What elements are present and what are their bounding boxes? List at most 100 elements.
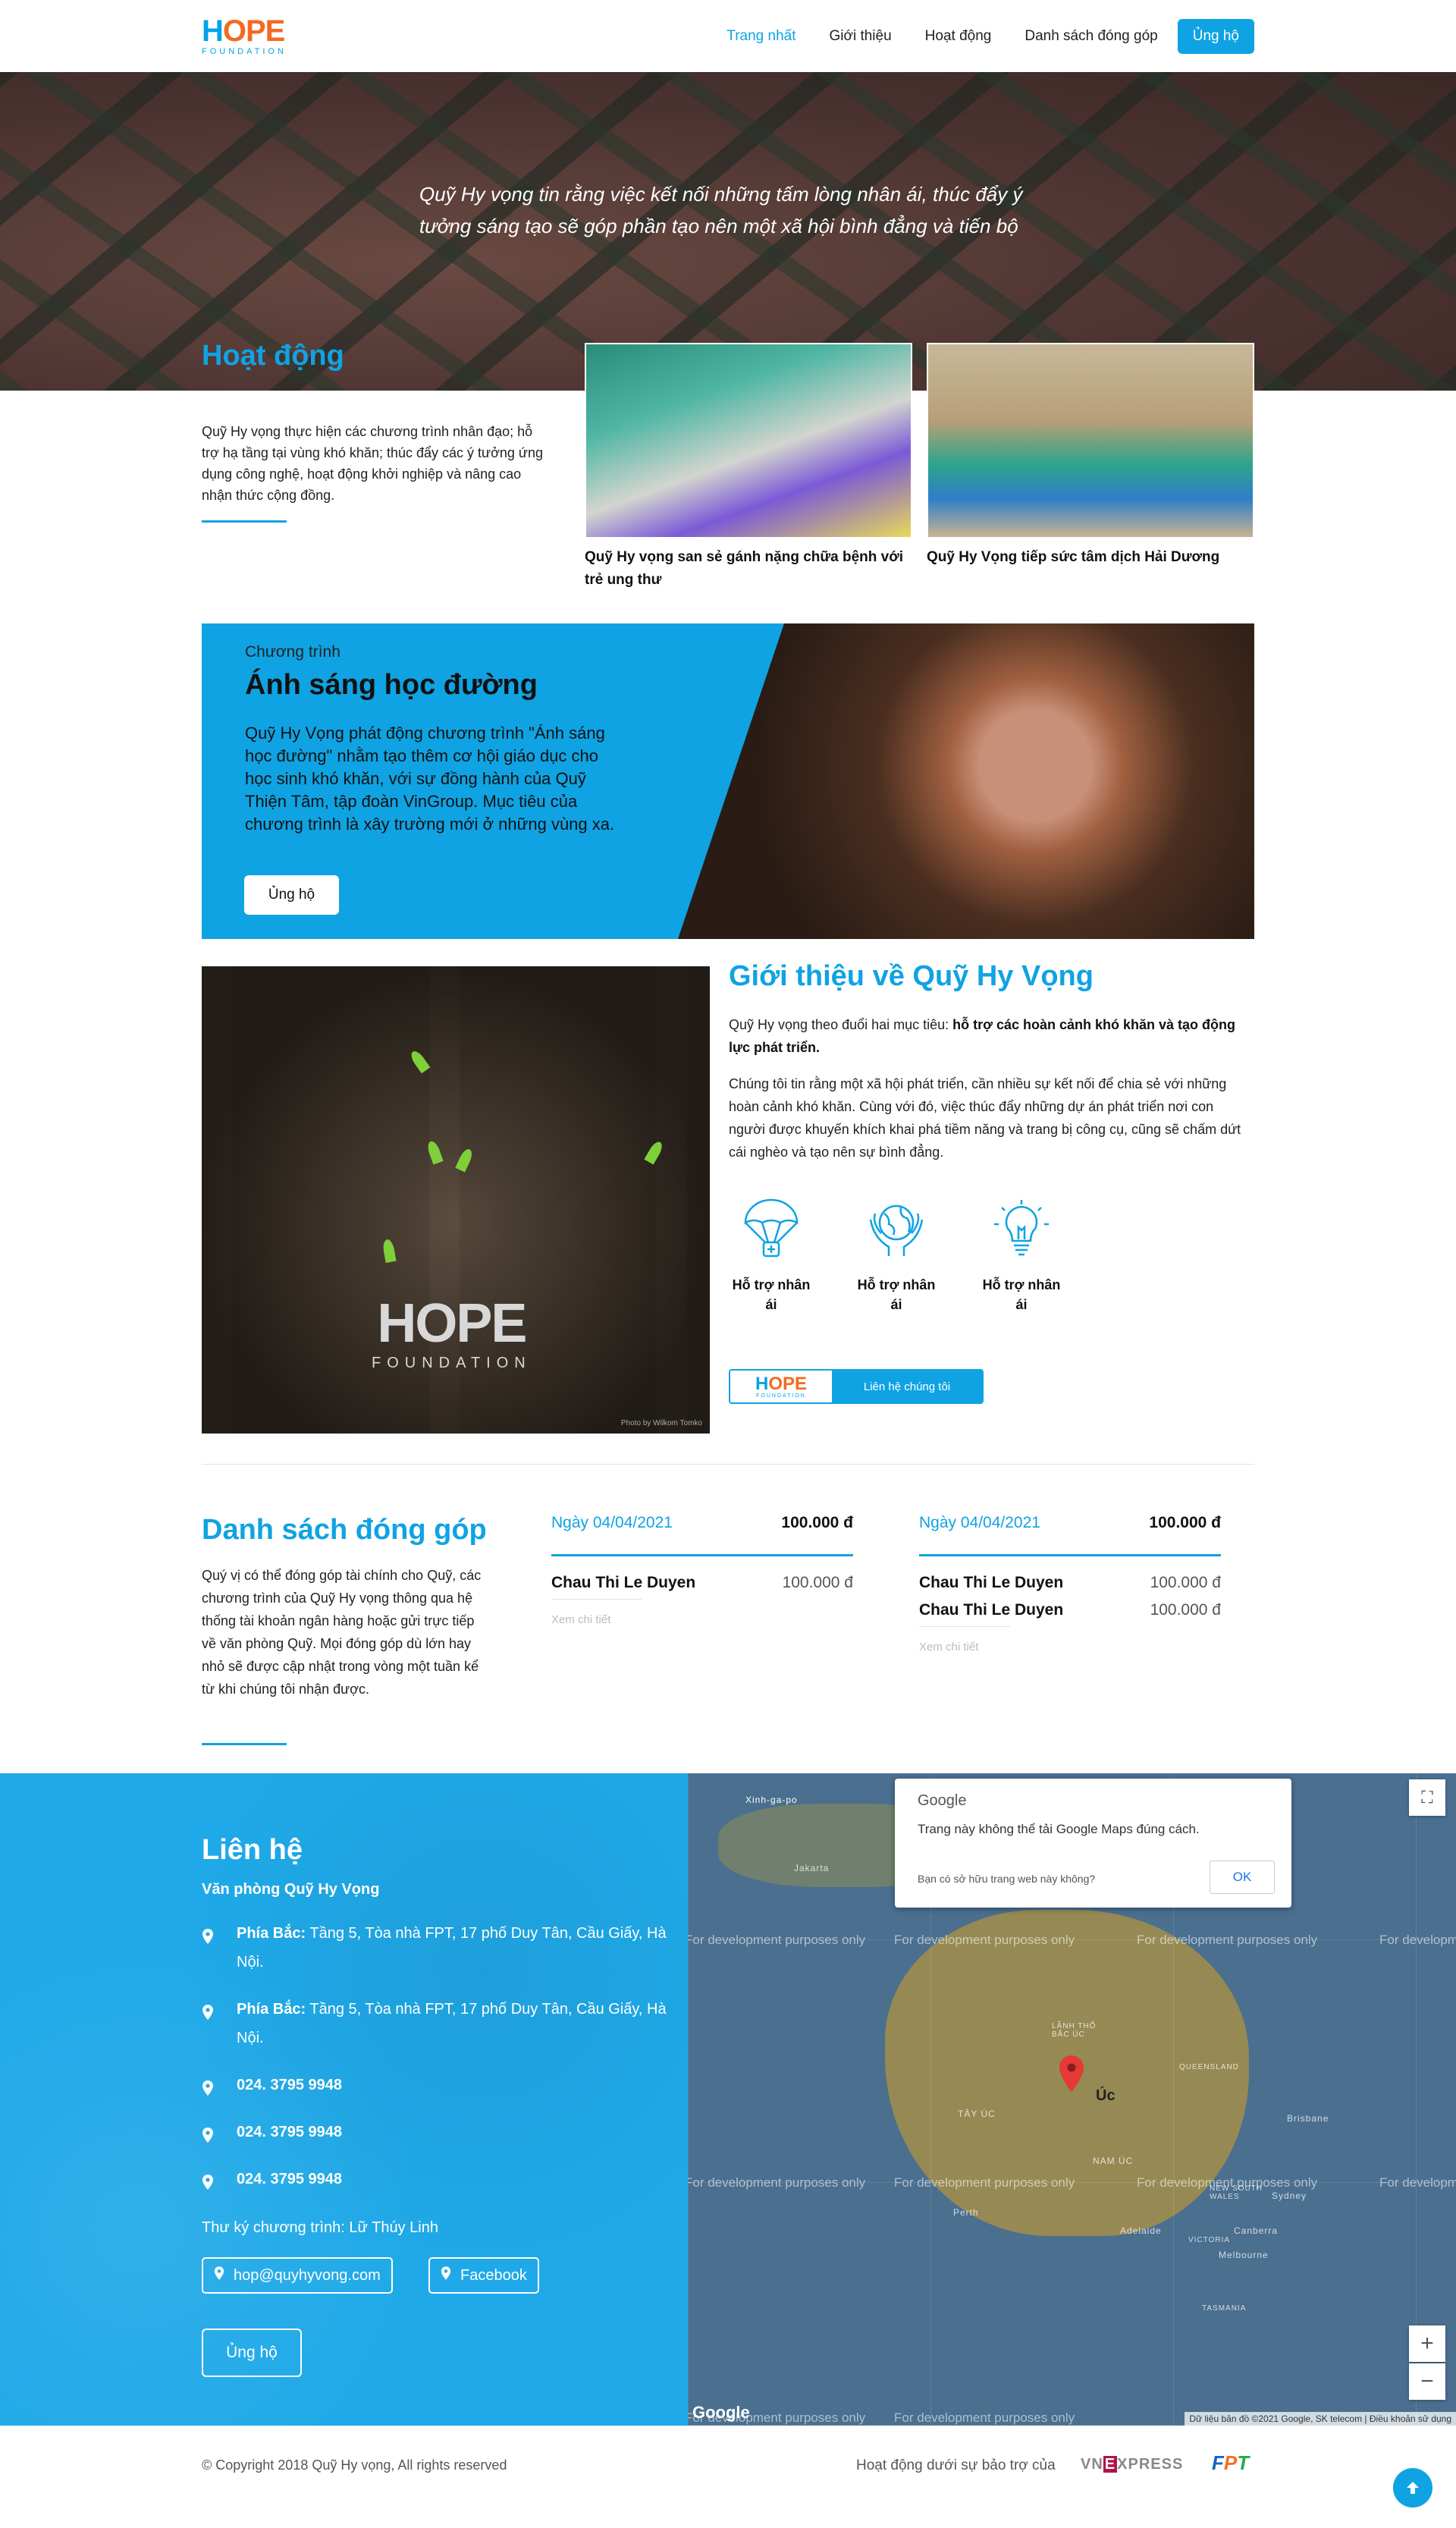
phone-number[interactable]: 024. 3795 9948 [237, 2071, 342, 2106]
activity-caption: Quỹ Hy vọng san sẻ gánh nặng chữa bệnh v… [585, 549, 904, 588]
program-secretary: Thư ký chương trình: Lữ Thúy Linh [202, 2219, 438, 2236]
activities-title: Hoạt động [202, 340, 344, 372]
activity-card[interactable]: Quỹ Hy vọng san sẻ gánh nặng chữa bệnh v… [585, 343, 912, 592]
map-label: VICTORIA [1188, 2236, 1231, 2244]
map-label: TASMANIA [1202, 2304, 1247, 2313]
office-name: Văn phòng Quỹ Hy Vọng [202, 1881, 380, 1898]
map-watermark: For development purposes only [894, 2175, 1075, 2190]
cta-logo: HOPE FOUNDATION [730, 1371, 832, 1402]
location-pin-icon [202, 2071, 237, 2106]
donation-day-header: Ngày 04/04/2021 100.000 đ [919, 1514, 1221, 1556]
about-description: Chúng tôi tin rằng một xã hội phát triển… [729, 1076, 1241, 1160]
hope-logo[interactable]: HOPE FOUNDATION [202, 16, 287, 56]
map-label: NAM ÚC [1093, 2156, 1134, 2166]
dialog-google-brand: Google [918, 1792, 967, 1809]
map-label: QUEENSLAND [1179, 2063, 1239, 2071]
donation-day-list: Ngày 04/04/2021 100.000 đ Chau Thi Le Du… [551, 1514, 853, 1626]
google-map[interactable]: For development purposes only For develo… [688, 1773, 1456, 2426]
lightbulb-icon [994, 1200, 1049, 1256]
address-north: Phía Bắc: Tầng 5, Tòa nhà FPT, 17 phố Du… [202, 1995, 672, 2052]
vnexpress-logo[interactable]: VN E XPRESS [1081, 2456, 1183, 2473]
map-label: Jakarta [794, 1863, 830, 1873]
location-pin-icon [202, 1919, 237, 1977]
donation-row: Chau Thi Le Duyen 100.000 đ [551, 1556, 853, 1591]
view-details-link[interactable]: Xem chi tiết [551, 1613, 853, 1626]
facebook-link[interactable]: Facebook [428, 2257, 539, 2294]
nav-home[interactable]: Trang nhất [726, 28, 795, 45]
facebook-label: Facebook [460, 2266, 527, 2284]
map-watermark: For development purposes only [894, 1933, 1075, 1947]
program-donate-button[interactable]: Ủng hộ [244, 875, 339, 915]
feature-label: Hỗ trợ nhân ái [982, 1277, 1061, 1312]
dialog-owner-link[interactable]: Bạn có sở hữu trang web này không? [918, 1873, 1095, 1885]
donation-row: Chau Thi Le Duyen 100.000 đ [919, 1588, 1221, 1619]
zoom-out-button[interactable]: − [1409, 2363, 1445, 2400]
site-footer: © Copyright 2018 Quỹ Hy vọng, All rights… [0, 2426, 1456, 2528]
logo-subtitle: FOUNDATION [202, 47, 287, 56]
map-watermark: For development purposes only [1137, 1933, 1318, 1947]
map-label: Sydney [1272, 2190, 1307, 2201]
zoom-in-button[interactable]: + [1409, 2325, 1445, 2362]
program-description: Quỹ Hy Vọng phát động chương trình "Ánh … [245, 724, 615, 834]
donations-description: Quý vị có thể đóng góp tài chính cho Quỹ… [202, 1568, 482, 1697]
donation-day-total: 100.000 đ [1149, 1514, 1221, 1531]
donor-name: Chau Thi Le Duyen [919, 1574, 1064, 1591]
fullscreen-icon[interactable]: ⛶ [1409, 1779, 1445, 1816]
donor-amount: 100.000 đ [1150, 1601, 1221, 1619]
location-pin-icon [202, 2165, 237, 2200]
activity-image-cancer-children [585, 343, 912, 539]
site-header: HOPE FOUNDATION Trang nhất Giới thiệu Ho… [0, 0, 1456, 72]
donor-name: Chau Thi Le Duyen [919, 1601, 1064, 1619]
nav-donations[interactable]: Danh sách đóng góp [1025, 28, 1157, 45]
activity-image-hai-duong [927, 343, 1254, 539]
map-label: TÂY ÚC [958, 2109, 996, 2119]
nav-activities[interactable]: Hoạt động [925, 28, 992, 45]
map-label: Canberra [1234, 2225, 1279, 2236]
map-label: Úc [1096, 2087, 1116, 2104]
nav-about[interactable]: Giới thiệu [829, 28, 891, 45]
phone-number[interactable]: 024. 3795 9948 [237, 2165, 342, 2200]
program-banner: Chương trình Ánh sáng học đường Quỹ Hy V… [202, 623, 1254, 939]
donation-date: Ngày 04/04/2021 [919, 1514, 1040, 1531]
donation-day-total: 100.000 đ [781, 1514, 853, 1531]
map-attribution[interactable]: Dữ liệu bản đồ ©2021 Google, SK telecom … [1185, 2412, 1456, 2426]
activities-description: Quỹ Hy vọng thực hiện các chương trình n… [202, 424, 543, 503]
program-label: Chương trình [245, 643, 340, 661]
dialog-ok-button[interactable]: OK [1210, 1861, 1275, 1894]
contact-donate-button[interactable]: Ủng hộ [202, 2329, 302, 2377]
donation-day-header: Ngày 04/04/2021 100.000 đ [551, 1514, 853, 1556]
location-pin-icon [214, 2266, 224, 2285]
phone-item: 024. 3795 9948 [202, 2071, 672, 2106]
feature-item: Hỗ trợ nhân ái [726, 1197, 817, 1314]
feature-item: Hỗ trợ nhân ái [851, 1197, 942, 1314]
arrow-up-icon [1407, 2482, 1419, 2494]
contact-title: Liên hệ [202, 1834, 303, 1866]
hero-quote: Quỹ Hy vọng tin rằng việc kết nối những … [419, 183, 1023, 237]
view-details-link[interactable]: Xem chi tiết [919, 1641, 1221, 1653]
contact-us-button[interactable]: HOPE FOUNDATION Liên hệ chúng tôi [729, 1369, 984, 1404]
logo-letters-ope: OPE [222, 14, 285, 48]
section-divider [202, 1464, 1254, 1465]
about-goals: Quỹ Hy vọng theo đuổi hai mục tiêu: hỗ t… [729, 1017, 1236, 1055]
donate-button[interactable]: Ủng hộ [1177, 18, 1254, 54]
sponsor-text: Hoạt động dưới sự bảo trợ của [856, 2457, 1056, 2473]
activity-card[interactable]: Quỹ Hy Vọng tiếp sức tâm dịch Hải Dương [927, 343, 1254, 569]
donor-amount: 100.000 đ [782, 1574, 853, 1591]
map-marker-icon[interactable] [1059, 2055, 1084, 2092]
contact-section: Liên hệ Văn phòng Quỹ Hy Vọng Phía Bắc: … [0, 1773, 688, 2426]
map-error-dialog: Google Trang này không thể tải Google Ma… [895, 1779, 1291, 1908]
feature-label: Hỗ trợ nhân ái [857, 1277, 936, 1312]
feature-item: Hỗ trợ nhân ái [976, 1197, 1067, 1314]
donations-title: Danh sách đóng góp [202, 1514, 487, 1546]
phone-number[interactable]: 024. 3795 9948 [237, 2118, 342, 2153]
about-image-seedlings: HOPE FOUNDATION Photo by Wilkom Tomko [202, 966, 710, 1434]
map-label: Brisbane [1287, 2113, 1329, 2124]
email-link[interactable]: hop@quyhyvong.com [202, 2257, 393, 2294]
fpt-logo[interactable]: FPT [1212, 2451, 1249, 2475]
donation-day-list: Ngày 04/04/2021 100.000 đ Chau Thi Le Du… [919, 1514, 1221, 1653]
back-to-top-button[interactable] [1393, 2468, 1432, 2508]
map-label: Xinh-ga-po [745, 1795, 798, 1805]
map-label: LÃNH THỔ BẮC ÚC [1052, 2022, 1097, 2039]
map-label: Melbourne [1219, 2250, 1269, 2260]
map-label: Adelaide [1120, 2225, 1162, 2236]
